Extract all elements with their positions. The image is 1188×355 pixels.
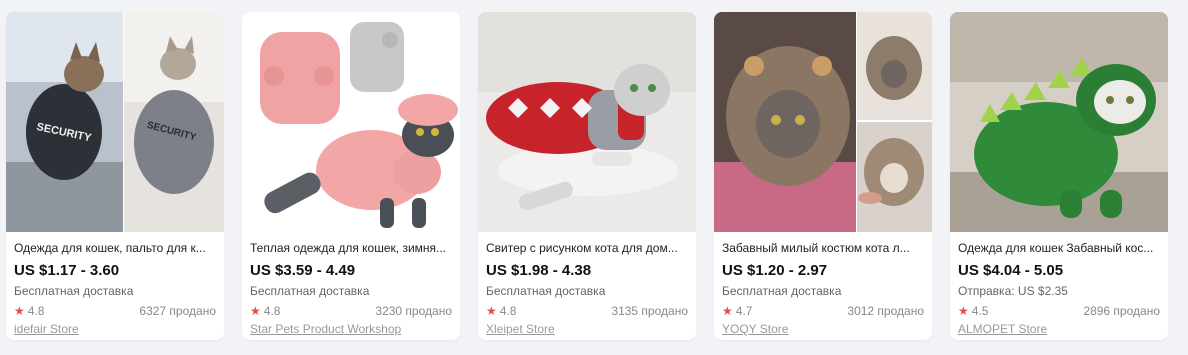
product-title[interactable]: Свитер с рисунком кота для дом...: [486, 239, 688, 257]
cat-red-knit-sweater-photo-icon: [478, 12, 696, 232]
star-icon: ★: [486, 304, 497, 318]
shipping-info: Бесплатная доставка: [14, 284, 134, 298]
store-link[interactable]: YOQY Store: [722, 321, 788, 337]
product-price: US $4.04 - 5.05: [958, 262, 1064, 279]
star-icon: ★: [14, 304, 25, 318]
product-meta: ★ 4.8 3230 продано: [250, 303, 452, 319]
product-title[interactable]: Одежда для кошек, пальто для к...: [14, 239, 216, 257]
product-row: SECURITY SECURITY Одежда для кошек, паль…: [0, 0, 1188, 355]
store-link[interactable]: Star Pets Product Workshop: [250, 321, 401, 337]
star-icon: ★: [958, 304, 969, 318]
product-price: US $1.17 - 3.60: [14, 262, 120, 279]
sold-count: 3012 продано: [847, 304, 924, 318]
sold-count: 3230 продано: [375, 304, 452, 318]
shipping-info: Бесплатная доставка: [722, 284, 842, 298]
product-meta: ★ 4.5 2896 продано: [958, 303, 1160, 319]
rating: ★ 4.7: [722, 303, 752, 319]
product-image[interactable]: [242, 12, 460, 232]
cat-pink-fleece-hoodie-photo-icon: [242, 12, 460, 232]
rating: ★ 4.8: [14, 303, 44, 319]
product-image[interactable]: SECURITY SECURITY: [6, 12, 224, 232]
rating: ★ 4.8: [486, 303, 516, 319]
product-card[interactable]: Свитер с рисунком кота для дом... US $1.…: [478, 12, 696, 340]
shipping-info: Бесплатная доставка: [486, 284, 606, 298]
rating-value: 4.7: [735, 304, 753, 318]
store-link[interactable]: Xleipet Store: [486, 321, 555, 337]
product-card[interactable]: Теплая одежда для кошек, зимня... US $3.…: [242, 12, 460, 340]
product-title[interactable]: Одежда для кошек Забавный кос...: [958, 239, 1160, 257]
rating: ★ 4.8: [250, 303, 280, 319]
store-link[interactable]: idefair Store: [14, 321, 79, 337]
product-price: US $1.98 - 4.38: [486, 262, 592, 279]
product-price: US $3.59 - 4.49: [250, 262, 356, 279]
rating-value: 4.8: [27, 304, 45, 318]
product-card[interactable]: Забавный милый костюм кота л... US $1.20…: [714, 12, 932, 340]
star-icon: ★: [722, 304, 733, 318]
product-title[interactable]: Забавный милый костюм кота л...: [722, 239, 924, 257]
rating-value: 4.5: [971, 304, 989, 318]
cat-security-hoodie-photo-icon: SECURITY SECURITY: [6, 12, 224, 232]
product-image[interactable]: [950, 12, 1168, 232]
sold-count: 6327 продано: [139, 304, 216, 318]
shipping-info: Отправка: US $2.35: [958, 284, 1068, 298]
cat-green-dinosaur-costume-photo-icon: [950, 12, 1168, 232]
cat-lion-mane-costume-photo-icon: [714, 12, 932, 232]
product-image[interactable]: [478, 12, 696, 232]
product-card[interactable]: Одежда для кошек Забавный кос... US $4.0…: [950, 12, 1168, 340]
rating: ★ 4.5: [958, 303, 988, 319]
star-icon: ★: [250, 304, 261, 318]
product-image[interactable]: [714, 12, 932, 232]
product-card[interactable]: SECURITY SECURITY Одежда для кошек, паль…: [6, 12, 224, 340]
product-meta: ★ 4.8 3135 продано: [486, 303, 688, 319]
sold-count: 2896 продано: [1083, 304, 1160, 318]
product-meta: ★ 4.8 6327 продано: [14, 303, 216, 319]
shipping-info: Бесплатная доставка: [250, 284, 370, 298]
store-link[interactable]: ALMOPET Store: [958, 321, 1047, 337]
product-price: US $1.20 - 2.97: [722, 262, 828, 279]
rating-value: 4.8: [263, 304, 281, 318]
product-meta: ★ 4.7 3012 продано: [722, 303, 924, 319]
product-title[interactable]: Теплая одежда для кошек, зимня...: [250, 239, 452, 257]
sold-count: 3135 продано: [611, 304, 688, 318]
rating-value: 4.8: [499, 304, 517, 318]
